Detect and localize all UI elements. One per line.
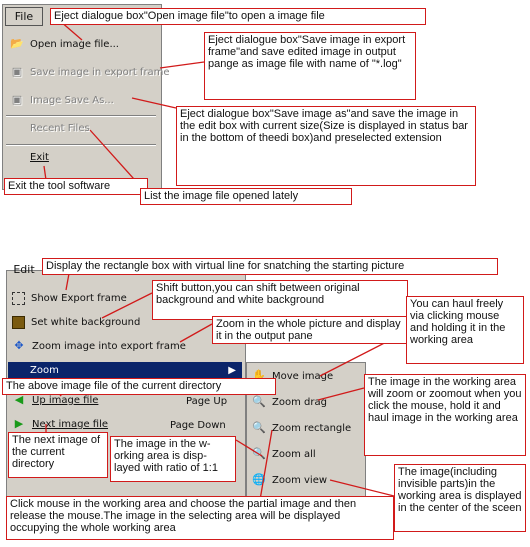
- annotation-recent-files: List the image file opened lately: [140, 188, 352, 205]
- annotation-zoom-into-export: Zoom in the whole picture and display it…: [212, 316, 408, 344]
- annotation-zoom-rectangle: Click mouse in the working area and choo…: [6, 496, 394, 540]
- annotation-zoom-view: The image(including invisible parts)in t…: [394, 464, 526, 532]
- annotation-up-image: The above image file of the current dire…: [2, 378, 276, 395]
- annotation-open-image: Eject dialogue box"Open image file"to op…: [50, 8, 426, 25]
- annotation-move-image: You can haul freely via clicking mouse a…: [406, 296, 524, 364]
- annotation-save-export: Eject dialogue box"Save image in export …: [204, 32, 416, 100]
- annotation-show-export-frame: Display the rectangle box with virtual l…: [42, 258, 498, 275]
- annotation-white-background: Shift button,you can shift between origi…: [152, 280, 408, 320]
- annotation-exit: Exit the tool software: [4, 178, 148, 195]
- annotation-actual-size: The image in the w-orking area is disp-l…: [110, 436, 236, 482]
- annotation-zoom-drag: The image in the working area will zoom …: [364, 374, 526, 456]
- annotation-next-image: The next image of the current directory: [8, 432, 108, 478]
- annotation-save-as: Eject dialogue box"Save image as"and sav…: [176, 106, 476, 186]
